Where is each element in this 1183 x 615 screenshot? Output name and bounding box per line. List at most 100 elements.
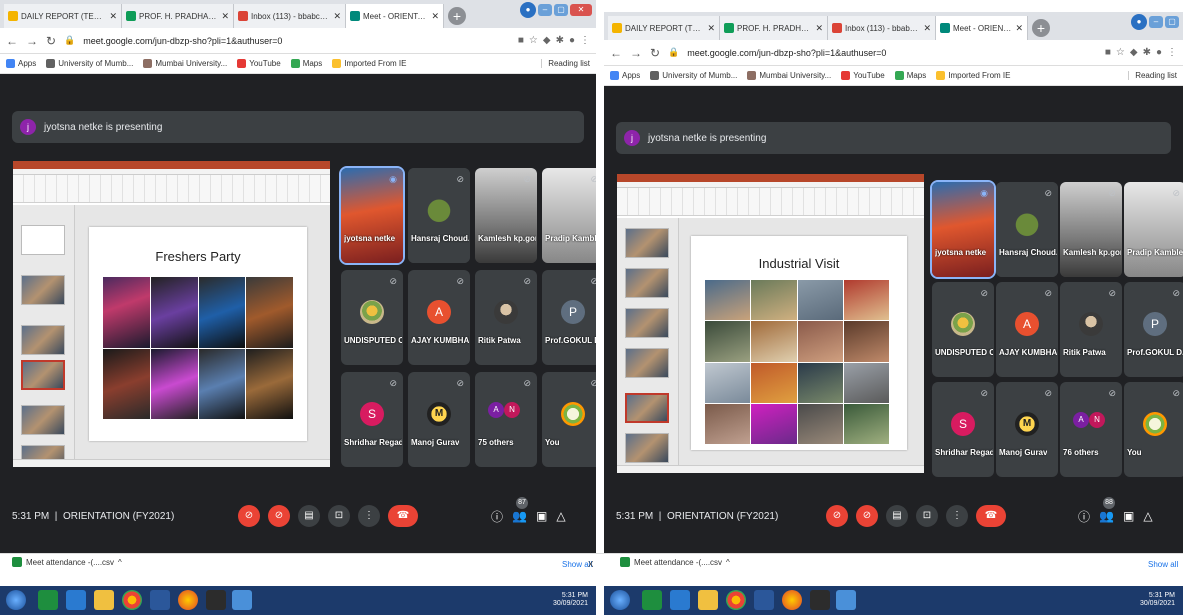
participant-tile[interactable]: ⊘ Hansraj Choud... <box>408 168 470 263</box>
participant-tile[interactable]: P ⊘ Prof.GOKUL D... <box>542 270 596 365</box>
participant-tile[interactable]: ⊘ Pradip Kamble <box>1124 182 1183 277</box>
tab-close-icon[interactable]: ✕ <box>923 23 931 34</box>
word-icon[interactable] <box>754 590 774 610</box>
browser-tab[interactable]: Inbox (113) - bbabchecollege@✕ <box>234 4 346 28</box>
camera-off-icon[interactable]: ⊘ <box>856 505 878 527</box>
bookmark-item[interactable]: University of Mumb... <box>46 59 133 68</box>
camera-icon[interactable]: ■ <box>518 35 524 46</box>
bookmark-item[interactable]: Maps <box>290 59 322 68</box>
participant-tile[interactable]: A ⊘ AJAY KUMBHAR <box>408 270 470 365</box>
people-icon[interactable]: 👥 87 <box>512 497 529 523</box>
menu-kebab-icon[interactable]: ⋮ <box>580 35 590 46</box>
participant-tile[interactable]: ◉ jyotsna netke <box>339 166 405 265</box>
activities-icon[interactable]: △ <box>556 509 565 523</box>
app-icon[interactable] <box>836 590 856 610</box>
reading-list-button[interactable]: Reading list <box>541 59 590 68</box>
bookmark-item[interactable]: Maps <box>894 71 926 80</box>
browser-tab[interactable]: PROF. H. PRADHAN - Google She✕ <box>720 16 828 40</box>
mic-off-icon[interactable]: ⊘ <box>826 505 848 527</box>
puzzle-icon[interactable]: ✱ <box>1143 47 1151 58</box>
puzzle-icon[interactable]: ✱ <box>556 35 564 46</box>
firefox-icon[interactable] <box>782 590 802 610</box>
bookmark-item[interactable]: Apps <box>610 71 640 80</box>
profile-icon[interactable]: ● <box>520 2 536 18</box>
media-icon[interactable] <box>810 590 830 610</box>
chevron-up-icon[interactable]: ^ <box>118 558 122 567</box>
star-icon[interactable]: ☆ <box>529 35 538 46</box>
participant-tile[interactable]: A N ⊘ 76 others <box>1060 382 1122 477</box>
bookmark-item[interactable]: Mumbai University... <box>143 59 227 68</box>
participant-tile[interactable]: ⊘ Ritik Patwa <box>1060 282 1122 377</box>
tab-close-icon[interactable]: ✕ <box>221 11 229 22</box>
bookmark-item[interactable]: Imported From IE <box>936 71 1011 80</box>
present-icon[interactable]: ⊡ <box>328 505 350 527</box>
participant-tile[interactable]: A ⊘ AJAY KUMBHAR <box>996 282 1058 377</box>
more-options-icon[interactable]: ⋮ <box>358 505 380 527</box>
menu-kebab-icon[interactable]: ⋮ <box>1167 47 1177 58</box>
end-call-icon[interactable]: ☎ <box>388 505 418 527</box>
minimize-icon[interactable]: – <box>538 4 552 16</box>
activities-icon[interactable]: △ <box>1143 509 1152 523</box>
bookmark-item[interactable]: University of Mumb... <box>650 71 737 80</box>
chrome-icon[interactable] <box>122 590 142 610</box>
participant-tile[interactable]: ⊘ UNDISPUTED C... <box>341 270 403 365</box>
chrome-icon[interactable] <box>726 590 746 610</box>
tab-close-icon[interactable]: ✕ <box>707 23 715 34</box>
bookmark-item[interactable]: Apps <box>6 59 36 68</box>
folder-icon[interactable] <box>94 590 114 610</box>
ie-icon[interactable] <box>670 590 690 610</box>
reading-list-button[interactable]: Reading list <box>1128 71 1177 80</box>
media-icon[interactable] <box>206 590 226 610</box>
browser-tab[interactable]: DAILY REPORT (TERM 1) 2020-21✕ <box>608 16 720 40</box>
present-icon[interactable]: ⊡ <box>916 505 938 527</box>
browser-tab[interactable]: Meet - ORIENTATION (FY20✕ <box>346 4 444 28</box>
url-field[interactable]: meet.google.com/jun-dbzp-sho?pli=1&authu… <box>687 48 1097 58</box>
chevron-up-icon[interactable]: ^ <box>726 558 730 567</box>
camera-off-icon[interactable]: ⊘ <box>268 505 290 527</box>
download-item[interactable]: Meet attendance -(....csv ^ <box>12 557 122 567</box>
mic-off-icon[interactable]: ⊘ <box>238 505 260 527</box>
show-all-downloads[interactable]: Show all <box>1148 560 1178 569</box>
avatar-icon[interactable]: ● <box>569 35 575 46</box>
folder-icon[interactable] <box>698 590 718 610</box>
participant-tile[interactable]: ⊘ You <box>1124 382 1183 477</box>
participant-tile[interactable]: ⊘ Kamlesh kp.gor... <box>1060 182 1122 277</box>
new-tab-button[interactable]: + <box>1032 19 1050 37</box>
app-icon[interactable] <box>232 590 252 610</box>
forward-icon[interactable]: → <box>630 46 642 60</box>
extension-icon[interactable]: ◆ <box>543 35 551 46</box>
browser-tab[interactable]: Meet - ORIENTATION (FY20✕ <box>936 16 1028 40</box>
maximize-icon[interactable]: ▢ <box>554 4 568 16</box>
bookmark-item[interactable]: YouTube <box>841 71 885 80</box>
url-field[interactable]: meet.google.com/jun-dbzp-sho?pli=1&authu… <box>83 36 510 46</box>
minimize-icon[interactable]: – <box>1149 16 1163 28</box>
chat-icon[interactable]: ▣ <box>1123 509 1134 523</box>
extension-icon[interactable]: ◆ <box>1130 47 1138 58</box>
people-icon[interactable]: 👥 88 <box>1099 497 1116 523</box>
profile-icon[interactable]: ● <box>1131 14 1147 30</box>
tab-close-icon[interactable]: ✕ <box>815 23 823 34</box>
participant-tile[interactable]: M ⊘ Manoj Gurav <box>408 372 470 467</box>
camera-icon[interactable]: ■ <box>1105 47 1111 58</box>
end-call-icon[interactable]: ☎ <box>976 505 1006 527</box>
participant-tile[interactable]: ⊘ Ritik Patwa <box>475 270 537 365</box>
more-options-icon[interactable]: ⋮ <box>946 505 968 527</box>
participant-tile[interactable]: A N ⊘ 75 others <box>475 372 537 467</box>
word-icon[interactable] <box>150 590 170 610</box>
new-tab-button[interactable]: + <box>448 7 466 25</box>
bookmark-item[interactable]: Mumbai University... <box>747 71 831 80</box>
firefox-icon[interactable] <box>178 590 198 610</box>
participant-tile[interactable]: M ⊘ Manoj Gurav <box>996 382 1058 477</box>
ie-icon[interactable] <box>66 590 86 610</box>
maximize-icon[interactable]: ▢ <box>1165 16 1179 28</box>
participant-tile[interactable]: ⊘ You <box>542 372 596 467</box>
browser-tab[interactable]: DAILY REPORT (TERM 1) 2020-21✕ <box>4 4 122 28</box>
reload-icon[interactable]: ↻ <box>650 46 660 60</box>
tab-close-icon[interactable]: ✕ <box>109 11 117 22</box>
participant-tile[interactable]: S ⊘ Shridhar Regade <box>341 372 403 467</box>
participant-tile[interactable]: ⊘ Kamlesh kp.gor... <box>475 168 537 263</box>
avatar-icon[interactable]: ● <box>1156 47 1162 58</box>
excel-icon[interactable] <box>38 590 58 610</box>
participant-tile[interactable]: ⊘ UNDISPUTED C... <box>932 282 994 377</box>
info-icon[interactable]: ⓘ <box>1078 508 1090 525</box>
